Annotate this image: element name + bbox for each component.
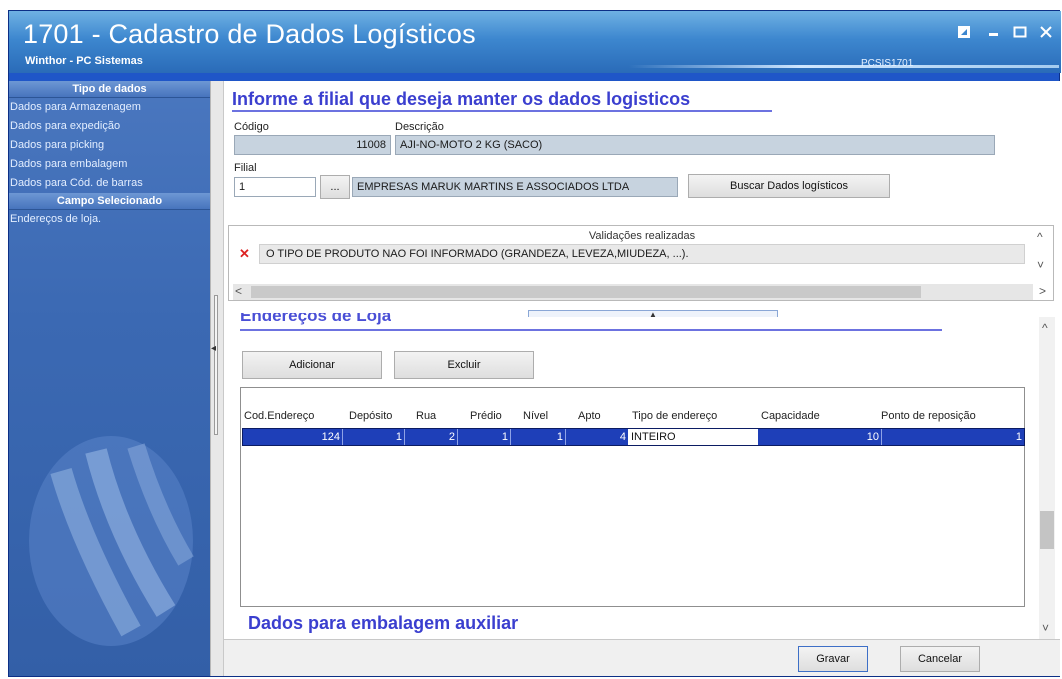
- scroll-left-icon[interactable]: <: [235, 284, 242, 298]
- collapse-sidebar-icon[interactable]: ◂: [211, 343, 216, 354]
- sidebar: Tipo de dados Dados para Armazenagem Dad…: [9, 81, 210, 676]
- footer-bar: Gravar Cancelar: [224, 639, 1060, 676]
- application-window: 1701 - Cadastro de Dados Logísticos Wint…: [8, 10, 1061, 677]
- addresses-grid: Cod.Endereço Depósito Rua Prédio Nível A…: [240, 387, 1025, 607]
- descricao-label: Descrição: [395, 121, 444, 133]
- vertical-scrollbar[interactable]: ^ ˅: [1039, 317, 1055, 639]
- column-header[interactable]: Nível: [523, 410, 548, 422]
- cell-tipo-endereco[interactable]: INTEIRO: [628, 429, 758, 445]
- column-header[interactable]: Cod.Endereço: [244, 410, 314, 422]
- pc-sistemas-logo-icon: [29, 436, 194, 646]
- title-underline: [232, 110, 772, 112]
- title-decoration: [629, 65, 1059, 68]
- validations-panel: Validações realizadas ✕ O TIPO DE PRODUT…: [228, 225, 1054, 301]
- codigo-label: Código: [234, 121, 269, 133]
- maximize-icon[interactable]: [1009, 25, 1031, 43]
- error-icon: ✕: [239, 246, 250, 261]
- scroll-down-icon[interactable]: ˅: [1037, 258, 1044, 272]
- filial-lookup-button[interactable]: ...: [320, 175, 350, 199]
- sidebar-item-cod-barras[interactable]: Dados para Cód. de barras: [9, 174, 210, 193]
- minimize-icon[interactable]: [983, 23, 1005, 41]
- sidebar-header-data-types: Tipo de dados: [9, 81, 210, 98]
- column-header[interactable]: Rua: [416, 410, 436, 422]
- scrollbar-thumb[interactable]: [251, 286, 921, 298]
- scroll-up-icon[interactable]: ^: [1037, 230, 1043, 244]
- column-header[interactable]: Prédio: [470, 410, 502, 422]
- store-addresses-section: Endereços de Loja Adicionar Excluir Cod.…: [228, 313, 1055, 639]
- column-header[interactable]: Ponto de reposição: [881, 410, 976, 422]
- horizontal-scrollbar[interactable]: < >: [233, 284, 1046, 300]
- cell-nivel[interactable]: 1: [511, 429, 566, 445]
- scroll-down-icon[interactable]: ˅: [1042, 621, 1049, 635]
- restore-icon[interactable]: [953, 25, 975, 43]
- save-button[interactable]: Gravar: [798, 646, 868, 672]
- store-addresses-title: Endereços de Loja: [240, 313, 392, 325]
- close-icon[interactable]: [1035, 25, 1057, 43]
- cell-cod-endereco[interactable]: 124: [243, 429, 343, 445]
- validations-header: Validações realizadas: [588, 230, 696, 242]
- sidebar-item-picking[interactable]: Dados para picking: [9, 136, 210, 155]
- cell-capacidade[interactable]: 10: [758, 429, 882, 445]
- column-header[interactable]: Apto: [578, 410, 601, 422]
- scroll-up-icon[interactable]: ^: [1042, 321, 1048, 335]
- cancel-button[interactable]: Cancelar: [900, 646, 980, 672]
- splitter-grip[interactable]: [214, 295, 218, 435]
- cell-rua[interactable]: 2: [405, 429, 458, 445]
- descricao-field[interactable]: AJI-NO-MOTO 2 KG (SACO): [395, 135, 995, 155]
- cell-apto[interactable]: 4: [566, 429, 628, 445]
- sidebar-header-selected-field: Campo Selecionado: [9, 193, 210, 210]
- filial-input[interactable]: 1: [234, 177, 316, 197]
- scroll-right-icon[interactable]: >: [1039, 284, 1046, 298]
- cell-predio[interactable]: 1: [458, 429, 511, 445]
- scrollbar-thumb[interactable]: [1040, 511, 1054, 549]
- panel-splitter[interactable]: ◂: [210, 81, 224, 676]
- section-underline: [240, 329, 942, 331]
- column-header[interactable]: Capacidade: [761, 410, 820, 422]
- table-row[interactable]: 124 1 2 1 1 4 INTEIRO 10 1: [242, 428, 1025, 446]
- buscar-dados-button[interactable]: Buscar Dados logísticos: [688, 174, 890, 198]
- cell-deposito[interactable]: 1: [343, 429, 405, 445]
- column-header[interactable]: Tipo de endereço: [632, 410, 717, 422]
- cell-ponto-reposicao[interactable]: 1: [882, 429, 1024, 445]
- filial-name-field: EMPRESAS MARUK MARTINS E ASSOCIADOS LTDA: [352, 177, 678, 197]
- window-title: 1701 - Cadastro de Dados Logísticos: [23, 19, 476, 49]
- validation-row[interactable]: O TIPO DE PRODUTO NAO FOI INFORMADO (GRA…: [259, 244, 1025, 264]
- company-name: Winthor - PC Sistemas: [25, 55, 143, 67]
- column-header[interactable]: Depósito: [349, 410, 392, 422]
- routine-code: PCSIS1701: [861, 58, 914, 69]
- codigo-field[interactable]: 11008: [234, 135, 391, 155]
- page-title: Informe a filial que deseja manter os da…: [232, 89, 691, 109]
- sidebar-item-expedicao[interactable]: Dados para expedição: [9, 117, 210, 136]
- sidebar-item-enderecos-loja[interactable]: Endereços de loja.: [9, 210, 210, 229]
- add-address-button[interactable]: Adicionar: [242, 351, 382, 379]
- title-bar[interactable]: 1701 - Cadastro de Dados Logísticos Wint…: [9, 11, 1061, 73]
- filial-label: Filial: [234, 162, 257, 174]
- delete-address-button[interactable]: Excluir: [394, 351, 534, 379]
- auxiliary-packaging-title: Dados para embalagem auxiliar: [248, 613, 519, 633]
- sidebar-item-armazenagem[interactable]: Dados para Armazenagem: [9, 98, 210, 117]
- main-panel: Informe a filial que deseja manter os da…: [224, 81, 1060, 676]
- sidebar-item-embalagem[interactable]: Dados para embalagem: [9, 155, 210, 174]
